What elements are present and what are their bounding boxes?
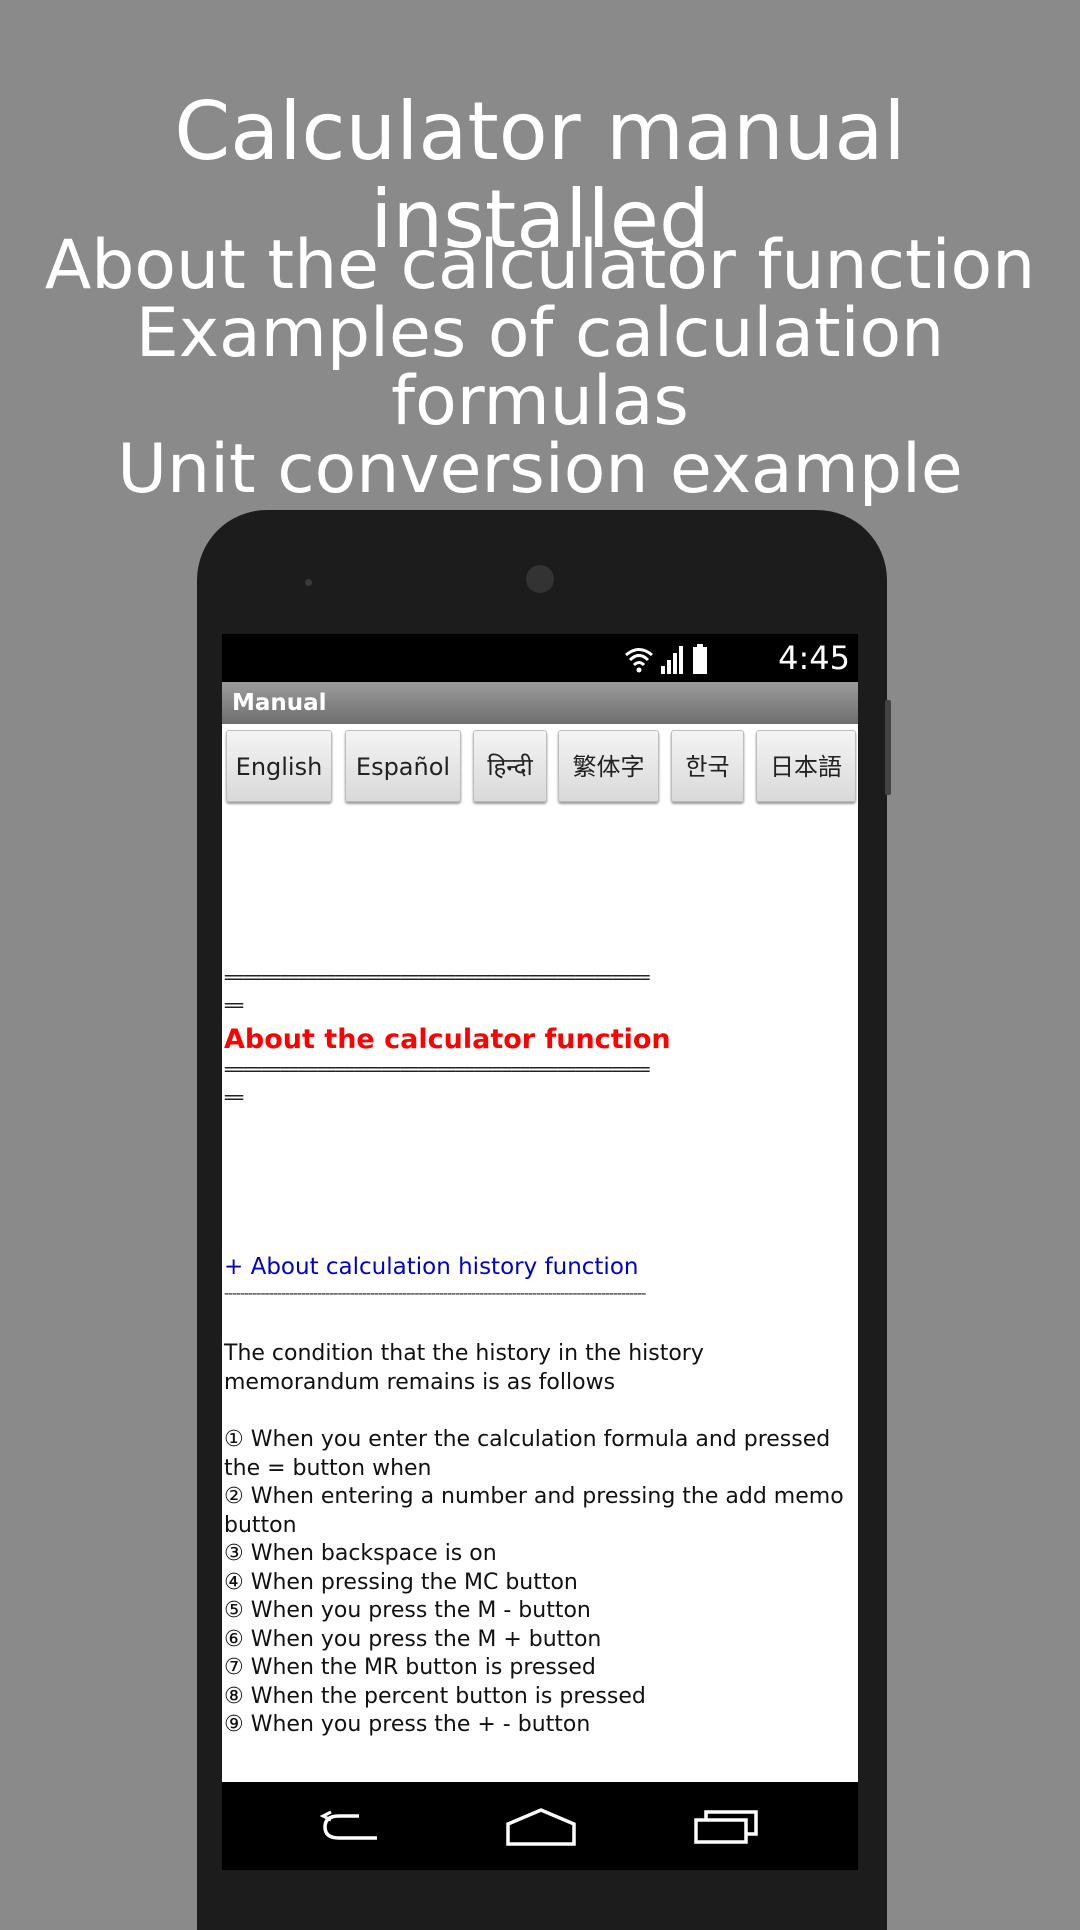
status-icons: [624, 642, 708, 674]
language-button-korean[interactable]: 한국: [671, 730, 744, 802]
language-button-spanish[interactable]: Español: [345, 730, 461, 802]
list-item: ⑨ When you press the + - button: [224, 1712, 591, 1737]
language-selector: English Español हिन्दी 繁体字 한국 日本語: [222, 726, 858, 810]
list-item: ⑦ When the MR button is pressed: [224, 1655, 596, 1680]
separator-top-line-1: ========================================…: [224, 967, 651, 988]
separator-bottom-line-2: ==: [224, 1087, 244, 1108]
home-icon[interactable]: [506, 1804, 576, 1848]
separator-top-line-2: ==: [224, 995, 244, 1016]
list-item: ⑥ When you press the M + button: [224, 1626, 602, 1652]
promo-line-2: Examples of calculation formulas: [135, 294, 945, 441]
signal-icon: [661, 646, 683, 674]
language-button-english[interactable]: English: [226, 730, 332, 802]
promo-line-1: About the calculator function: [44, 226, 1036, 305]
phone-side-button: [885, 700, 891, 795]
back-icon[interactable]: [319, 1804, 389, 1848]
list-item: ⑧ When the percent button is pressed: [224, 1683, 646, 1709]
list-item: ⑤ When you press the M - button: [224, 1598, 591, 1623]
status-clock: 4:45: [778, 639, 850, 677]
list-item: ② When entering a number and pressing th…: [224, 1484, 844, 1538]
section-title: About the calculator function: [224, 1024, 671, 1055]
promo-subtitle: About the calculator function Examples o…: [0, 232, 1080, 504]
navigation-bar: [222, 1782, 858, 1870]
phone-screen: 4:45 Manual English Español हिन्दी 繁体字 한…: [222, 634, 858, 1870]
battery-icon: [693, 644, 707, 674]
list-item: ① When you enter the calculation formula…: [224, 1427, 831, 1481]
promo-line-3: Unit conversion example: [117, 430, 963, 509]
recent-apps-icon[interactable]: [692, 1804, 762, 1848]
app-title: Manual: [232, 690, 327, 716]
list-item: ④ When pressing the MC button: [224, 1569, 578, 1595]
language-button-traditional-chinese[interactable]: 繁体字: [558, 730, 659, 802]
list-item: ③ When backspace is on: [224, 1541, 497, 1566]
dashed-divider: ----------------------------------------…: [224, 1286, 646, 1302]
wifi-icon: [625, 648, 653, 673]
separator-bottom-line-1: ========================================…: [224, 1059, 651, 1080]
front-camera: [526, 565, 554, 593]
sensor-dot: [305, 579, 312, 586]
status-bar: 4:45: [222, 634, 858, 682]
app-title-bar: Manual: [222, 682, 858, 724]
language-button-hindi[interactable]: हिन्दी: [473, 730, 547, 802]
language-button-japanese[interactable]: 日本語: [756, 730, 856, 802]
intro-paragraph: The condition that the history in the hi…: [224, 1341, 704, 1395]
conditions-list: ① When you enter the calculation formula…: [224, 1426, 858, 1740]
history-function-link[interactable]: + About calculation history function: [224, 1252, 638, 1282]
